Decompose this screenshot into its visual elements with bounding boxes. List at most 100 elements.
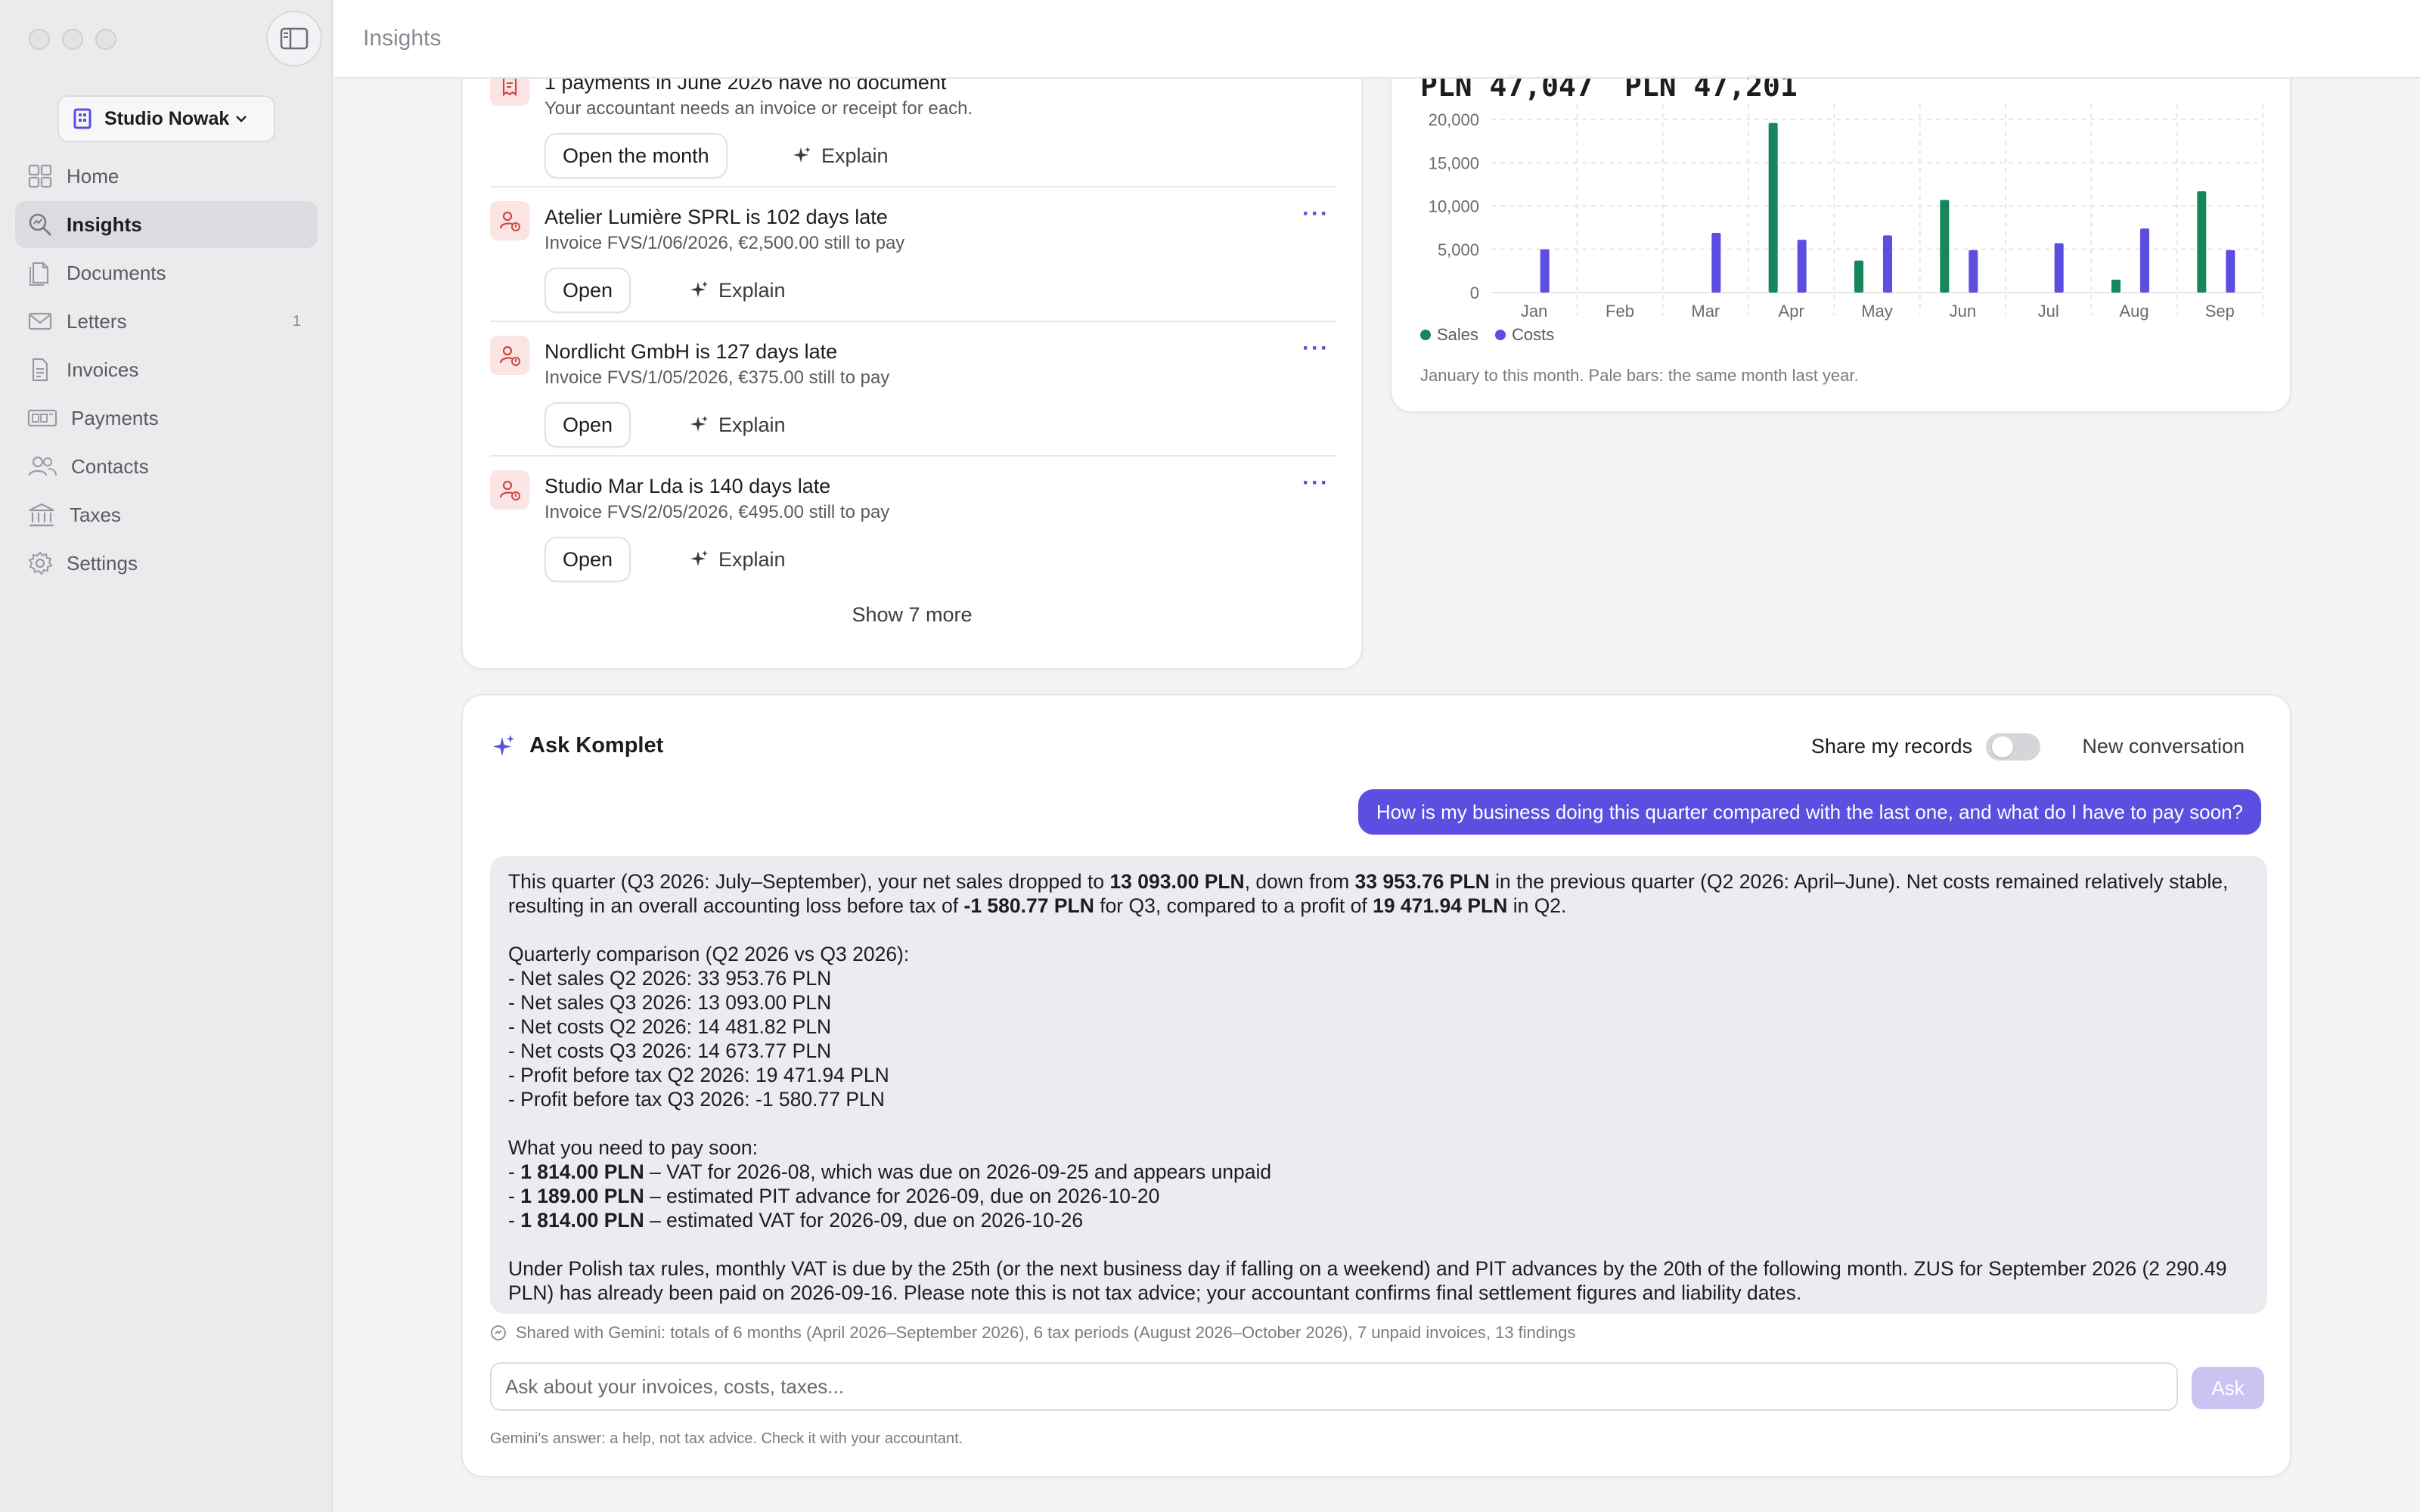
pay-amount: 1 814.00 PLN [520,1209,644,1232]
comparison-line: - Profit before tax Q3 2026: -1 580.77 P… [508,1088,885,1111]
sparkle-icon [690,416,708,432]
explain-button[interactable]: Explain [690,537,786,582]
answer-text: in Q2. [1507,894,1567,917]
explain-button[interactable]: Explain [690,268,786,313]
legend-item-sales: Sales [1420,325,1478,345]
pay-amount: 1 814.00 PLN [520,1160,644,1183]
finding-divider [490,186,1337,187]
open-month-button[interactable]: Open the month [544,133,728,178]
bar-costs [1797,240,1807,293]
x-tick-label: Mar [1691,302,1720,321]
sidebar-item-documents[interactable]: Documents [15,249,318,296]
search-icon [29,213,51,236]
sidebar-item-payments[interactable]: Payments [15,395,318,442]
toggle-knob [1992,736,2013,758]
zoom-window-button[interactable] [95,29,116,50]
answer-bold: 13 093.00 PLN [1109,870,1245,893]
finding-subtitle: Invoice FVS/1/05/2026, €375.00 still to … [544,367,890,388]
sidebar-item-contacts[interactable]: Contacts [15,443,318,490]
letters-count-badge: 1 [292,312,301,330]
assistant-answer: This quarter (Q3 2026: July–September), … [490,856,2267,1314]
more-options-button[interactable]: ··· [1302,336,1329,361]
x-tick-label: Jun [1950,302,1976,321]
sidebar-item-letters[interactable]: Letters 1 [15,298,318,345]
answer-gap [508,1232,2249,1256]
legend-swatch-sales [1420,330,1431,340]
x-tick-label: Jan [1521,302,1547,321]
bar-sales [2197,191,2207,293]
answer-text: for Q3, compared to a profit of [1094,894,1373,917]
explain-label: Explain [718,413,786,436]
ask-komplet-card: Ask Komplet Share my records New convers… [461,694,2291,1477]
shared-check-icon [491,1325,506,1340]
document-icon [29,262,49,286]
building-icon [73,108,92,129]
workspace-name: Studio Nowak [104,107,230,129]
invoice-icon [32,358,48,382]
home-icon [28,164,52,188]
chevron-down-icon [236,116,247,122]
finding-divider [490,455,1337,457]
bar-sales [1854,260,1863,293]
top-bar: Insights [334,0,2420,79]
open-invoice-button[interactable]: Open [544,537,631,582]
finding-subtitle: Your accountant needs an invoice or rece… [544,98,973,119]
sidebar-item-label: Invoices [67,358,139,381]
answer-text: , down from [1244,870,1355,893]
sparkle-icon [690,550,708,566]
sidebar-icon [280,27,309,50]
answer-gap [508,918,2249,942]
sidebar-item-label: Payments [71,406,159,429]
bar-sales [1768,122,1778,293]
open-invoice-button[interactable]: Open [544,268,631,313]
ai-disclaimer: Gemini's answer: a help, not tax advice.… [490,1430,963,1447]
y-tick-label: 15,000 [1429,153,1479,172]
sidebar-item-taxes[interactable]: Taxes [15,491,318,538]
finding-title: Nordlicht GmbH is 127 days late [544,340,838,363]
person-alert-icon [490,201,529,240]
sidebar-nav: Home Insights Documents Letters 1 Invoic… [15,153,318,588]
more-options-button[interactable]: ··· [1302,201,1329,227]
sidebar-item-home[interactable]: Home [15,153,318,200]
comparison-line: - Profit before tax Q2 2026: 19 471.94 P… [508,1064,889,1086]
explain-button[interactable]: Explain [690,402,786,448]
x-tick-label: Feb [1606,302,1634,321]
bar-sales [1940,200,1950,293]
sidebar-item-settings[interactable]: Settings [15,540,318,587]
sidebar-item-insights[interactable]: Insights [15,201,318,248]
sparkle-icon [493,734,514,756]
more-options-button[interactable]: ··· [1302,470,1329,496]
show-more-button[interactable]: Show 7 more [463,603,1361,627]
y-tick-label: 20,000 [1429,110,1479,129]
sidebar-item-label: Contacts [71,454,149,478]
sparkle-icon [690,281,708,297]
explain-button[interactable]: Explain [793,133,889,178]
sidebar-item-label: Home [67,164,119,187]
x-tick-label: Apr [1779,302,1804,321]
sidebar-item-label: Settings [67,551,138,575]
shared-with-gemini-note: Shared with Gemini: totals of 6 months (… [490,1323,1576,1343]
findings-card: 1 payments in June 2026 have no document… [461,0,1363,670]
ask-header: Ask Komplet [493,733,663,758]
minimize-window-button[interactable] [62,29,83,50]
payment-icon [27,409,57,427]
envelope-icon [28,312,52,330]
bar-costs [1540,249,1550,293]
explain-label: Explain [718,278,786,302]
ask-input[interactable] [490,1362,2178,1411]
workspace-switcher[interactable]: Studio Nowak [57,95,275,142]
open-invoice-button[interactable]: Open [544,402,631,448]
contacts-icon [28,456,57,476]
sidebar-item-label: Documents [67,261,166,284]
bar-costs [2226,249,2235,293]
new-conversation-button[interactable]: New conversation [2082,735,2245,758]
bar-costs [2054,243,2064,293]
sidebar-toggle-button[interactable] [266,11,322,67]
close-window-button[interactable] [29,29,50,50]
ask-button[interactable]: Ask [2192,1367,2264,1409]
legend-item-costs: Costs [1495,325,1554,345]
explain-label: Explain [718,547,786,571]
sidebar-item-invoices[interactable]: Invoices [15,346,318,393]
bar-sales [2111,279,2121,293]
finding-subtitle: Invoice FVS/1/06/2026, €2,500.00 still t… [544,233,905,253]
